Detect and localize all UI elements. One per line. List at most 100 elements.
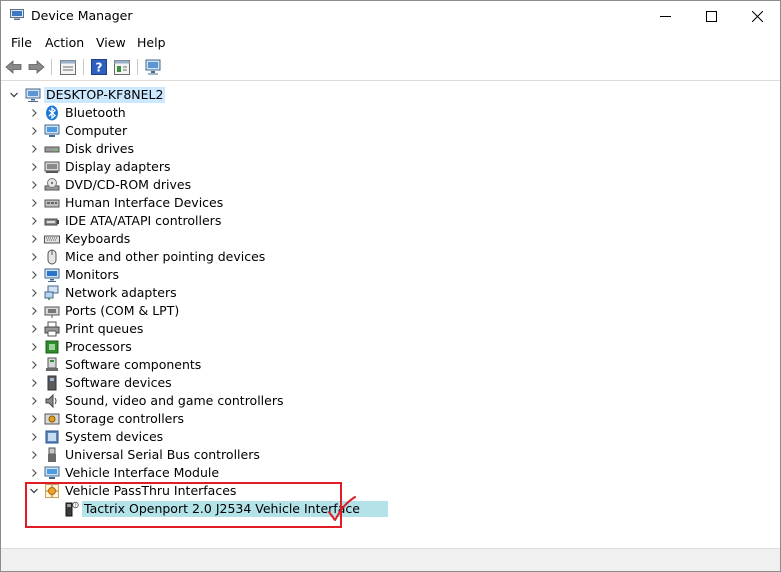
properties-button[interactable] [58, 57, 78, 77]
storage-controller-icon [44, 411, 60, 427]
expand-chevron-icon[interactable] [29, 432, 39, 442]
expand-chevron-icon[interactable] [29, 360, 39, 370]
tree-category-label: Software components [65, 357, 202, 372]
tree-root-node[interactable]: DESKTOP-KF8NEL2 [10, 86, 166, 104]
update-driver-button[interactable] [112, 57, 132, 77]
tree-category-ide-ata-atapi-controllers[interactable]: IDE ATA/ATAPI controllers [32, 212, 223, 230]
tree-category-ports-com-lpt[interactable]: Ports (COM & LPT) [32, 302, 181, 320]
system-device-icon [44, 429, 60, 445]
computer-icon [44, 123, 60, 139]
maximize-button[interactable] [688, 1, 734, 32]
tree-category-storage-controllers[interactable]: Storage controllers [32, 410, 186, 428]
expand-chevron-icon[interactable] [29, 450, 39, 460]
expand-chevron-icon[interactable] [29, 108, 39, 118]
tree-category-processors[interactable]: Processors [32, 338, 134, 356]
tree-category-label: Human Interface Devices [65, 195, 224, 210]
expand-chevron-icon[interactable] [29, 144, 39, 154]
menu-view[interactable]: View [96, 35, 126, 50]
usb-icon [44, 447, 60, 463]
expand-chevron-icon[interactable] [29, 288, 39, 298]
help-button[interactable]: ? [89, 57, 109, 77]
maximize-icon [705, 11, 717, 22]
tree-category-label: Display adapters [65, 159, 171, 174]
toolbar: ? [1, 54, 780, 81]
device-manager-window: Device Manager File Action View Help ? D… [0, 0, 781, 572]
expand-chevron-icon[interactable] [29, 306, 39, 316]
expand-chevron-icon[interactable] [29, 396, 39, 406]
hid-icon [44, 195, 60, 211]
tree-category-bluetooth[interactable]: Bluetooth [32, 104, 128, 122]
properties-icon [60, 59, 76, 75]
tree-category-display-adapters[interactable]: Display adapters [32, 158, 172, 176]
close-button[interactable] [734, 1, 780, 32]
toolbar-separator [83, 59, 84, 75]
update-driver-icon [114, 59, 130, 75]
tree-category-keyboards[interactable]: Keyboards [32, 230, 132, 248]
disk-drive-icon [44, 141, 60, 157]
printer-icon [44, 321, 60, 337]
tree-category-software-devices[interactable]: Software devices [32, 374, 174, 392]
monitor-icon [44, 267, 60, 283]
expand-chevron-icon[interactable] [29, 216, 39, 226]
title-bar[interactable]: Device Manager [1, 1, 780, 32]
tree-category-label: Processors [65, 339, 132, 354]
menu-file[interactable]: File [11, 35, 32, 50]
ide-controller-icon [44, 213, 60, 229]
status-bar [1, 548, 780, 571]
expand-chevron-icon[interactable] [29, 162, 39, 172]
tree-category-label: Network adapters [65, 285, 177, 300]
expand-chevron-icon[interactable] [29, 252, 39, 262]
tree-category-software-components[interactable]: Software components [32, 356, 203, 374]
close-icon [751, 11, 763, 22]
tree-category-universal-serial-bus-controllers[interactable]: Universal Serial Bus controllers [32, 446, 262, 464]
tree-category-label: System devices [65, 429, 164, 444]
expand-chevron-icon[interactable] [29, 198, 39, 208]
expand-chevron-icon[interactable] [29, 324, 39, 334]
menu-help[interactable]: Help [137, 35, 166, 50]
expand-chevron-icon[interactable] [29, 180, 39, 190]
tree-category-system-devices[interactable]: System devices [32, 428, 165, 446]
minimize-button[interactable] [642, 1, 688, 32]
tree-category-human-interface-devices[interactable]: Human Interface Devices [32, 194, 225, 212]
tree-category-label: IDE ATA/ATAPI controllers [65, 213, 222, 228]
speaker-icon [44, 393, 60, 409]
checkmark-annotation-icon [328, 496, 356, 521]
device-tree[interactable]: DESKTOP-KF8NEL2 Bluetooth Computer Disk dri… [1, 81, 780, 547]
tree-category-mice-and-other-pointing-devices[interactable]: Mice and other pointing devices [32, 248, 267, 266]
expand-chevron-icon[interactable] [29, 234, 39, 244]
back-button[interactable] [4, 57, 24, 77]
back-arrow-icon [5, 60, 22, 74]
forward-button[interactable] [26, 57, 46, 77]
expand-chevron-icon[interactable] [29, 468, 39, 478]
expand-chevron-icon[interactable] [29, 342, 39, 352]
scan-hardware-button[interactable] [144, 57, 164, 77]
annotation-highlight-box [25, 482, 342, 528]
expand-chevron-icon[interactable] [29, 126, 39, 136]
expand-chevron-icon[interactable] [29, 378, 39, 388]
dvd-drive-icon [44, 177, 60, 193]
tree-category-label: Software devices [65, 375, 172, 390]
port-icon [44, 303, 60, 319]
tree-category-network-adapters[interactable]: Network adapters [32, 284, 179, 302]
expand-chevron-icon[interactable] [29, 414, 39, 424]
tree-category-label: Sound, video and game controllers [65, 393, 284, 408]
tree-category-vehicle-interface-module[interactable]: Vehicle Interface Module [32, 464, 221, 482]
tree-category-label: Keyboards [65, 231, 131, 246]
tree-category-print-queues[interactable]: Print queues [32, 320, 145, 338]
tree-category-label: Storage controllers [65, 411, 185, 426]
expand-chevron-icon[interactable] [29, 270, 39, 280]
keyboard-icon [44, 231, 60, 247]
tree-category-sound-video-and-game-controllers[interactable]: Sound, video and game controllers [32, 392, 286, 410]
software-component-icon [44, 357, 60, 373]
tree-category-dvd-cd-rom-drives[interactable]: DVD/CD-ROM drives [32, 176, 193, 194]
menu-action[interactable]: Action [45, 35, 84, 50]
tree-category-monitors[interactable]: Monitors [32, 266, 121, 284]
tree-category-disk-drives[interactable]: Disk drives [32, 140, 136, 158]
minimize-icon [659, 16, 671, 17]
tree-category-label: DVD/CD-ROM drives [65, 177, 192, 192]
svg-text:?: ? [96, 61, 103, 75]
software-device-icon [44, 375, 60, 391]
tree-category-computer[interactable]: Computer [32, 122, 129, 140]
device-manager-app-icon [10, 9, 24, 20]
collapse-chevron-icon[interactable] [9, 90, 19, 100]
